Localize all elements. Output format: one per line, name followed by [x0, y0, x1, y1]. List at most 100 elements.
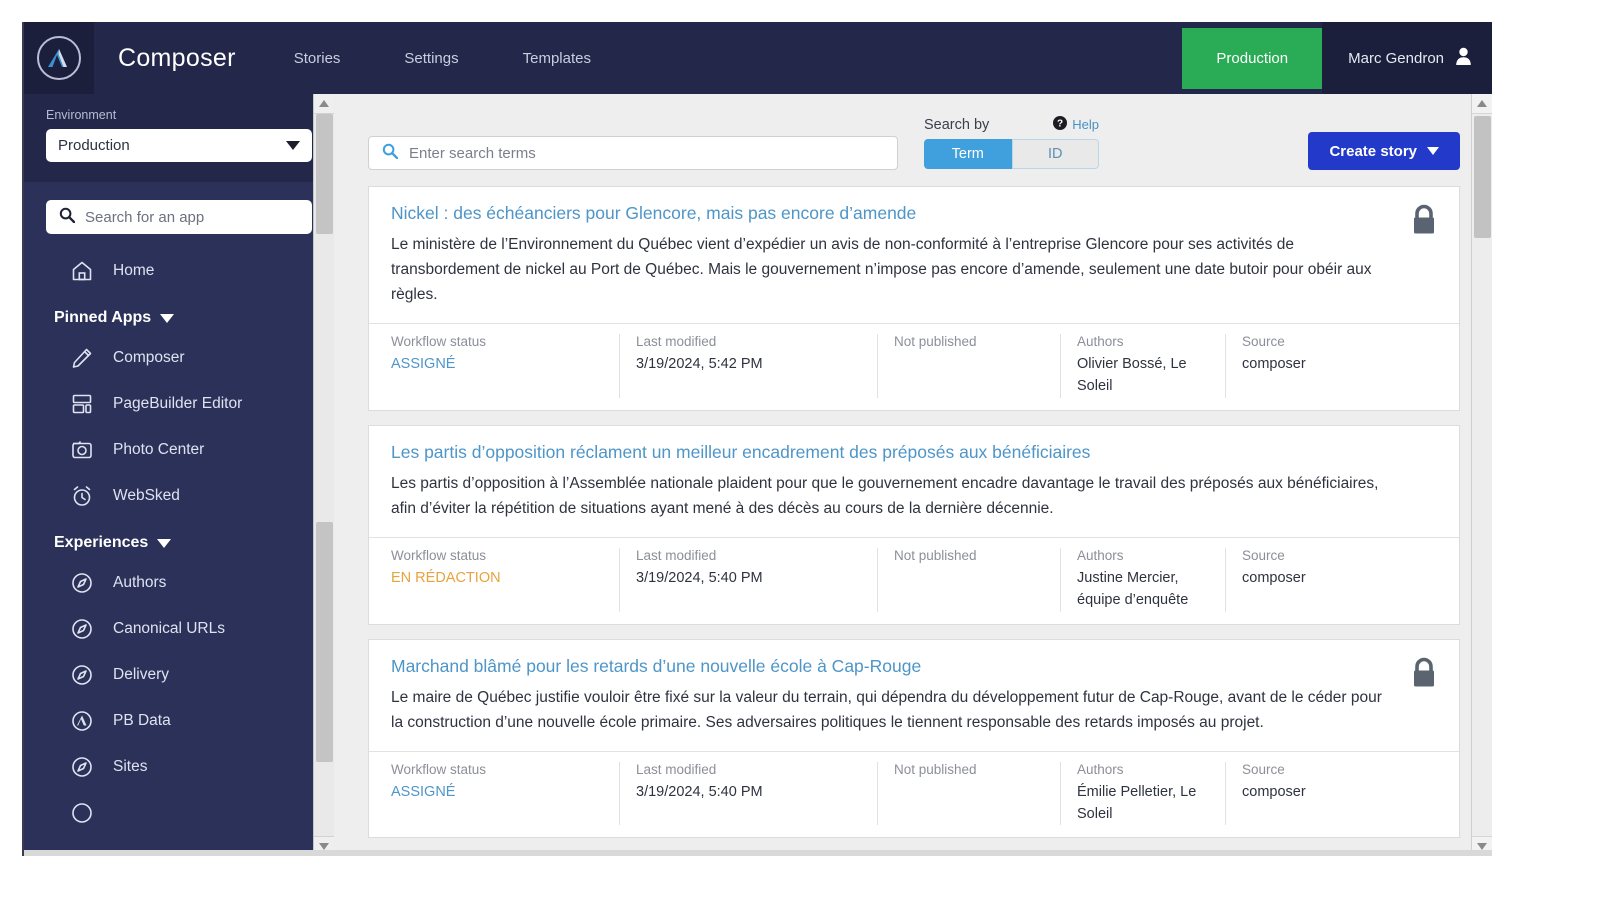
- layout-icon: [70, 392, 94, 416]
- compass-icon: [70, 801, 94, 825]
- sidebar-group-pinned-apps[interactable]: Pinned Apps: [24, 294, 334, 335]
- meta-label: Authors: [1077, 334, 1124, 350]
- chevron-down-icon: [1427, 147, 1439, 155]
- search-input-placeholder: Enter search terms: [409, 144, 536, 162]
- meta-value: 3/19/2024, 5:40 PM: [636, 783, 763, 800]
- chevron-down-icon: [286, 141, 300, 150]
- meta-value: ASSIGNÉ: [391, 356, 456, 373]
- sidebar-group-label: Experiences: [54, 534, 149, 551]
- svg-text:?: ?: [1057, 119, 1063, 130]
- meta-label: Source: [1242, 334, 1285, 350]
- meta-last-modified: Last modified 3/19/2024, 5:40 PM: [619, 548, 877, 612]
- sidebar-item-home[interactable]: Home: [24, 248, 334, 294]
- meta-value: ASSIGNÉ: [391, 783, 456, 800]
- environment-badge[interactable]: Production: [1182, 28, 1323, 89]
- meta-value: composer: [1242, 356, 1306, 373]
- story-card[interactable]: Nickel : des échéanciers pour Glencore, …: [368, 186, 1460, 411]
- meta-label: Authors: [1077, 548, 1124, 564]
- meta-published: Not published: [877, 548, 1060, 612]
- story-description: Les partis d’opposition à l’Assemblée na…: [391, 474, 1379, 517]
- story-description: Le maire de Québec justifie vouloir être…: [391, 688, 1382, 731]
- person-icon: [1455, 47, 1472, 69]
- meta-published: Not published: [877, 761, 1060, 826]
- environment-dropdown[interactable]: Production: [46, 129, 312, 162]
- camera-icon: [70, 438, 94, 462]
- user-menu[interactable]: Marc Gendron: [1322, 22, 1492, 94]
- story-title[interactable]: Les partis d’opposition réclament un mei…: [391, 442, 1090, 463]
- sidebar-item-pb-data[interactable]: PB Data: [24, 698, 334, 744]
- sidebar-item-label: Composer: [113, 349, 185, 366]
- story-card-body: Les partis d’opposition réclament un mei…: [369, 426, 1459, 537]
- sidebar-item-label: Sites: [113, 758, 148, 775]
- sidebar-item-label: Home: [113, 262, 155, 279]
- meta-source: Source composer: [1225, 548, 1385, 612]
- sidebar-item-canonical-urls[interactable]: Canonical URLs: [24, 606, 334, 652]
- stories-list: Nickel : des échéanciers pour Glencore, …: [334, 186, 1492, 856]
- story-card-body: Nickel : des échéanciers pour Glencore, …: [369, 187, 1459, 323]
- home-icon: [70, 259, 94, 283]
- lock-closed-icon: [1409, 656, 1439, 695]
- meta-label: Not published: [894, 548, 977, 564]
- story-card[interactable]: Les partis d’opposition réclament un mei…: [368, 424, 1460, 625]
- search-by-toggle: Term ID: [924, 139, 1099, 169]
- nav-item-stories[interactable]: Stories: [262, 22, 373, 94]
- meta-label: Not published: [894, 334, 977, 350]
- sidebar-item-photo-center[interactable]: Photo Center: [24, 427, 334, 473]
- app-search-input[interactable]: Search for an app: [46, 200, 312, 234]
- search-icon: [59, 207, 76, 228]
- scroll-up-arrow-icon[interactable]: [314, 94, 334, 114]
- chevron-down-icon: [157, 538, 172, 548]
- toggle-id[interactable]: ID: [1011, 139, 1099, 169]
- meta-value: Olivier Bossé, Le Soleil: [1077, 356, 1187, 395]
- main-scrollbar-thumb[interactable]: [1474, 116, 1491, 238]
- toggle-term[interactable]: Term: [924, 139, 1012, 169]
- search-input[interactable]: Enter search terms: [368, 136, 898, 170]
- compass-icon: [70, 571, 94, 595]
- meta-label: Last modified: [636, 334, 717, 350]
- main-scrollbar[interactable]: [1471, 94, 1492, 856]
- sidebar-item-pagebuilder-editor[interactable]: PageBuilder Editor: [24, 381, 334, 427]
- meta-value: composer: [1242, 783, 1306, 800]
- sidebar-scrollbar-thumb-lower[interactable]: [316, 522, 333, 762]
- search-by-header: Search by ? Help: [924, 116, 1099, 133]
- left-sidebar: Environment Production Search for an app: [24, 94, 334, 856]
- sidebar-group-experiences[interactable]: Experiences: [24, 519, 334, 560]
- meta-authors: Authors Justine Mercier, équipe d’enquêt…: [1060, 548, 1225, 612]
- meta-value: 3/19/2024, 5:40 PM: [636, 570, 763, 587]
- sidebar-item-sites[interactable]: Sites: [24, 744, 334, 790]
- scroll-up-arrow-icon[interactable]: [1472, 94, 1492, 114]
- create-story-button[interactable]: Create story: [1308, 132, 1460, 170]
- meta-last-modified: Last modified 3/19/2024, 5:42 PM: [619, 334, 877, 398]
- sidebar-nav-list: Home Pinned Apps Composer PageBuilder Ed…: [24, 248, 334, 836]
- meta-value: 3/19/2024, 5:42 PM: [636, 356, 763, 373]
- sidebar-item-composer[interactable]: Composer: [24, 335, 334, 381]
- sidebar-item-label: PageBuilder Editor: [113, 395, 243, 412]
- app-logo[interactable]: [24, 22, 94, 94]
- sidebar-item-delivery[interactable]: Delivery: [24, 652, 334, 698]
- sidebar-item-label: Canonical URLs: [113, 620, 225, 637]
- story-title[interactable]: Nickel : des échéanciers pour Glencore, …: [391, 203, 916, 224]
- sidebar-item-partial[interactable]: [24, 790, 334, 836]
- story-card[interactable]: Marchand blâmé pour les retards d’une no…: [368, 638, 1460, 839]
- story-description: Le ministère de l’Environnement du Québe…: [391, 236, 1372, 304]
- search-by-group: Search by ? Help Term ID: [924, 116, 1099, 169]
- story-title[interactable]: Marchand blâmé pour les retards d’une no…: [391, 656, 921, 677]
- meta-label: Last modified: [636, 548, 717, 564]
- sidebar-scrollbar[interactable]: [313, 94, 334, 856]
- meta-label: Workflow status: [391, 548, 487, 564]
- meta-value: composer: [1242, 570, 1306, 587]
- stories-toolbar: Enter search terms Search by ? Help Term…: [334, 94, 1492, 186]
- sidebar-item-label: WebSked: [113, 487, 180, 504]
- nav-item-templates[interactable]: Templates: [491, 22, 623, 94]
- nav-item-settings[interactable]: Settings: [372, 22, 490, 94]
- sidebar-item-authors[interactable]: Authors: [24, 560, 334, 606]
- help-link[interactable]: ? Help: [1053, 116, 1099, 133]
- meta-workflow-status: Workflow status ASSIGNÉ: [369, 334, 619, 398]
- story-meta-row: Workflow status EN RÉDACTION Last modifi…: [369, 537, 1459, 624]
- meta-label: Source: [1242, 761, 1285, 777]
- help-label: Help: [1072, 117, 1099, 132]
- meta-value: Émilie Pelletier, Le Soleil: [1077, 783, 1197, 822]
- sidebar-item-websked[interactable]: WebSked: [24, 473, 334, 519]
- top-bar-right: Production Marc Gendron: [1182, 22, 1492, 94]
- sidebar-scrollbar-thumb[interactable]: [316, 114, 333, 234]
